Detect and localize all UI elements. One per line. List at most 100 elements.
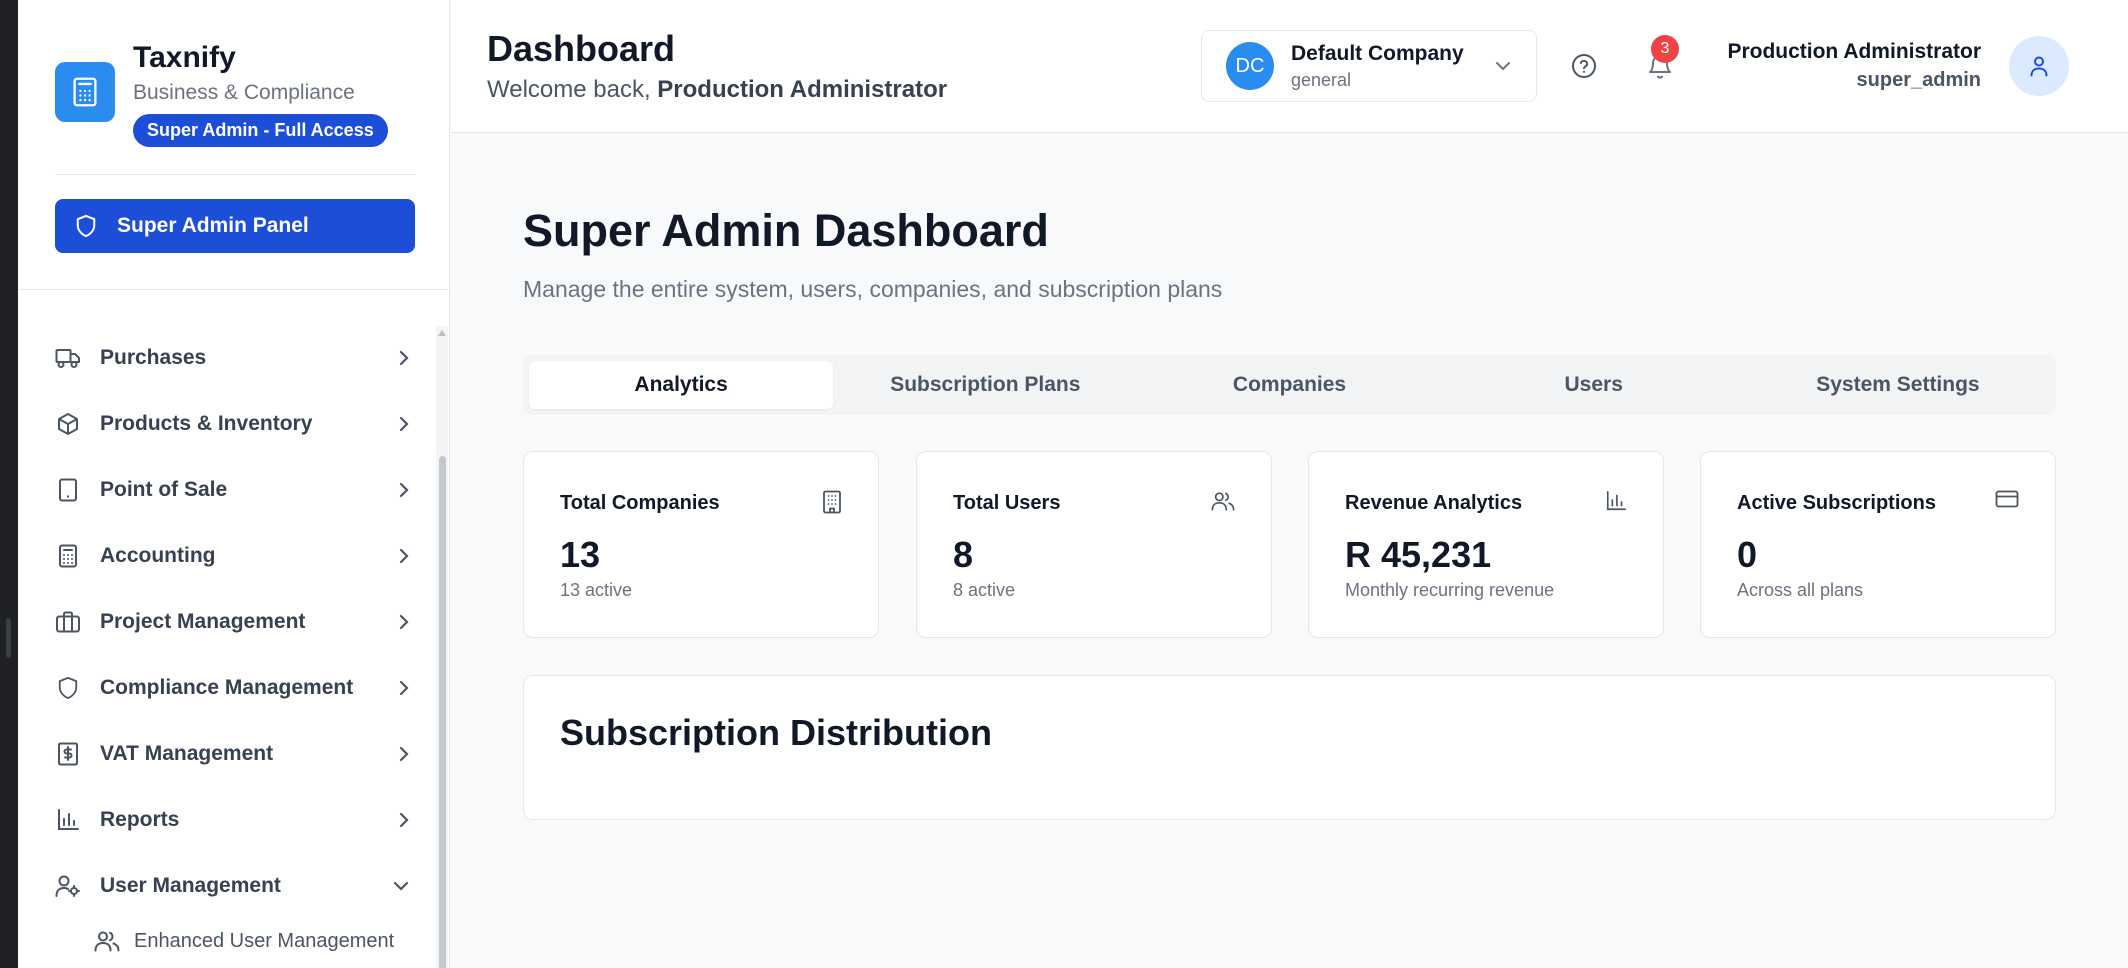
main-subtitle: Manage the entire system, users, compani… — [523, 276, 1223, 302]
tab-companies[interactable]: Companies — [1137, 361, 1441, 409]
chevron-right-icon — [399, 482, 409, 498]
page-title: Dashboard — [487, 28, 676, 69]
sidebar-item-compliance-management[interactable]: Compliance Management — [36, 655, 426, 721]
chevron-down-icon — [393, 881, 409, 891]
stat-card-note: Across all plans — [1737, 580, 1864, 600]
sidebar-item-label: Purchases — [100, 346, 207, 369]
super-admin-panel-label: Super Admin Panel — [117, 214, 309, 237]
stat-card-label: Revenue Analytics — [1345, 492, 1523, 514]
shield-icon — [76, 214, 96, 238]
scroll-up-arrow-icon[interactable] — [438, 330, 446, 336]
users-icon — [1211, 492, 1235, 511]
welcome-message: Welcome back, Production Administrator — [487, 76, 947, 104]
calculator-logo-icon — [55, 62, 115, 122]
stat-card-note: Monthly recurring revenue — [1345, 580, 1555, 600]
welcome-name: Production Administrator — [657, 76, 948, 103]
stat-card-note: 8 active — [953, 580, 1016, 600]
sidebar-item-point-of-sale[interactable]: Point of Sale — [36, 457, 426, 523]
sidebar-item-label: User Management — [100, 874, 281, 897]
sidebar-scrollbar[interactable] — [436, 326, 448, 968]
sidebar-item-user-management[interactable]: User Management — [36, 853, 426, 919]
company-avatar: DC — [1226, 42, 1274, 90]
divider — [18, 289, 450, 290]
sidebar-item-products-inventory[interactable]: Products & Inventory — [36, 391, 426, 457]
shield-icon — [54, 674, 82, 702]
divider — [55, 174, 415, 175]
sidebar-subitem-label: Enhanced User Management — [134, 929, 395, 952]
chevron-right-icon — [399, 548, 409, 564]
sidebar-item-vat-management[interactable]: VAT Management — [36, 721, 426, 787]
chevron-right-icon — [399, 416, 409, 432]
tab-system-settings[interactable]: System Settings — [1746, 361, 2050, 409]
stat-card-value: 0 — [1737, 534, 1758, 575]
sidebar-item-label: Products & Inventory — [100, 412, 313, 435]
user-role: super_admin — [1856, 69, 1981, 91]
stat-card-active-subscriptions: Active Subscriptions 0 Across all plans — [1700, 451, 2056, 638]
top-bar: Dashboard Welcome back, Production Admin… — [451, 0, 2128, 133]
sidebar-item-label: Point of Sale — [100, 478, 228, 501]
help-circle-icon — [1572, 54, 1596, 78]
company-name: Default Company — [1291, 42, 1464, 65]
role-badge: Super Admin - Full Access — [133, 114, 388, 147]
stat-card-value: R 45,231 — [1345, 534, 1492, 575]
notification-count-badge: 3 — [1651, 35, 1679, 63]
users-icon — [94, 928, 120, 954]
truck-icon — [54, 344, 82, 372]
company-type: general — [1291, 70, 1352, 90]
chevron-right-icon — [399, 746, 409, 762]
stat-card-value: 13 — [560, 534, 601, 575]
stat-card-value: 8 — [953, 534, 974, 575]
help-button[interactable] — [1564, 46, 1604, 86]
subscription-distribution-title: Subscription Distribution — [560, 712, 992, 753]
stat-card-total-users: Total Users 8 8 active — [916, 451, 1272, 638]
tab-subscription-plans[interactable]: Subscription Plans — [833, 361, 1137, 409]
sidebar-item-label: Accounting — [100, 544, 216, 567]
main-title: Super Admin Dashboard — [523, 205, 1049, 256]
chevron-right-icon — [399, 350, 409, 366]
stat-card-label: Active Subscriptions — [1737, 492, 1936, 514]
stat-card-total-companies: Total Companies 13 13 active — [523, 451, 879, 638]
scrollbar-thumb[interactable] — [439, 456, 446, 968]
window-handle — [6, 618, 11, 658]
sidebar-item-label: VAT Management — [100, 742, 274, 765]
window-edge — [0, 0, 18, 968]
user-info[interactable]: Production Administrator super_admin — [1727, 38, 1981, 94]
chevron-down-icon — [1496, 62, 1510, 71]
package-icon — [54, 410, 82, 438]
sidebar-item-label: Reports — [100, 808, 180, 831]
sidebar-item-purchases[interactable]: Purchases — [36, 325, 426, 391]
chevron-right-icon — [399, 614, 409, 630]
credit-card-icon — [1995, 490, 2019, 508]
bar-chart-icon — [54, 806, 82, 834]
sidebar-item-accounting[interactable]: Accounting — [36, 523, 426, 589]
bar-chart-icon — [1606, 491, 1626, 511]
tablet-icon — [54, 476, 82, 504]
receipt-icon — [54, 740, 82, 768]
stat-card-label: Total Companies — [560, 492, 720, 514]
stat-card-label: Total Users — [953, 492, 1061, 514]
user-cog-icon — [54, 872, 82, 900]
stat-card-revenue-analytics: Revenue Analytics R 45,231 Monthly recur… — [1308, 451, 1664, 638]
brand[interactable]: Taxnify Business & Compliance Super Admi… — [55, 38, 388, 147]
tab-users[interactable]: Users — [1442, 361, 1746, 409]
brand-name: Taxnify — [133, 41, 236, 74]
brand-subtitle: Business & Compliance — [133, 81, 355, 104]
sidebar: Taxnify Business & Compliance Super Admi… — [18, 0, 450, 968]
sidebar-item-project-management[interactable]: Project Management — [36, 589, 426, 655]
subscription-distribution-card: Subscription Distribution — [523, 675, 2056, 820]
admin-tabs: Analytics Subscription Plans Companies U… — [523, 355, 2056, 415]
sidebar-subitem-enhanced-user-management[interactable]: Enhanced User Management — [36, 919, 426, 963]
calculator-icon — [54, 542, 82, 570]
welcome-prefix: Welcome back, — [487, 76, 651, 103]
user-avatar[interactable] — [2009, 36, 2069, 96]
sidebar-item-label: Project Management — [100, 610, 306, 633]
sidebar-item-label: Compliance Management — [100, 676, 354, 699]
sidebar-item-reports[interactable]: Reports — [36, 787, 426, 853]
company-selector[interactable]: DC Default Company general — [1201, 30, 1537, 102]
stat-card-note: 13 active — [560, 580, 633, 600]
super-admin-panel-button[interactable]: Super Admin Panel — [55, 199, 415, 253]
chevron-right-icon — [399, 812, 409, 828]
sidebar-nav: Purchases Products & Inventory Point of … — [36, 325, 426, 963]
user-icon — [2030, 56, 2048, 77]
tab-analytics[interactable]: Analytics — [529, 361, 834, 409]
